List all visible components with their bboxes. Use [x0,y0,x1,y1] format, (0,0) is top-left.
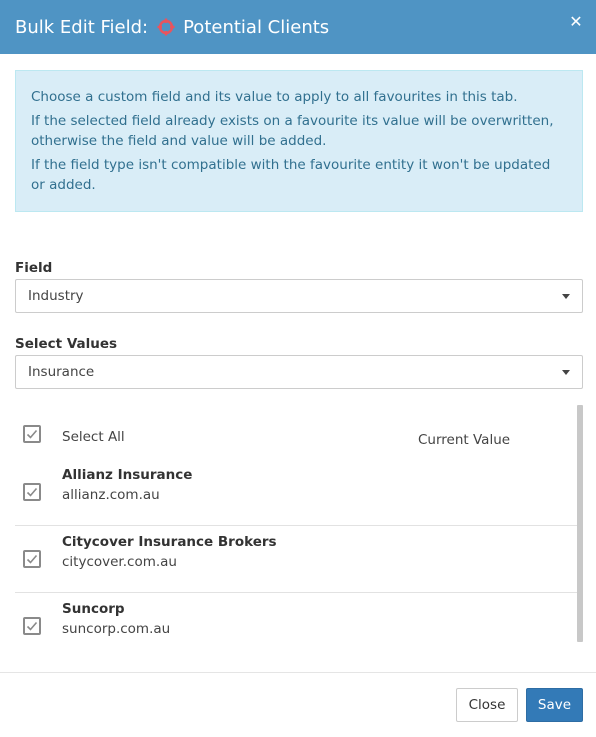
info-line: If the selected field already exists on … [31,113,554,149]
list-scrollbar[interactable] [577,405,583,642]
save-button[interactable]: Save [526,688,583,722]
modal-title: Bulk Edit Field: Potential Clients [15,17,329,38]
check-icon [26,621,38,631]
item-domain: allianz.com.au [62,487,160,503]
select-all-checkbox[interactable] [23,425,41,443]
crosshair-icon [157,18,175,36]
list-item: Allianz Insurance allianz.com.au [15,459,577,526]
info-line: If the field type isn't compatible with … [31,157,551,193]
field-select[interactable]: Industry [15,279,583,313]
item-domain: citycover.com.au [62,554,177,570]
favourites-list: Select All Current Value Allianz Insuran… [15,405,583,642]
chevron-down-icon [562,294,570,299]
close-button[interactable]: Close [456,688,518,722]
item-name: Citycover Insurance Brokers [62,534,277,550]
check-icon [26,487,38,497]
footer-divider [0,672,596,673]
item-name: Suncorp [62,601,125,617]
select-all-label: Select All [62,429,125,445]
values-select[interactable]: Insurance [15,355,583,389]
list-item: Suncorp suncorp.com.au [15,593,577,642]
favourite-name: Potential Clients [183,16,330,38]
row-checkbox[interactable] [23,483,41,501]
chevron-down-icon [562,370,570,375]
row-checkbox[interactable] [23,617,41,635]
modal-title-text: Bulk Edit Field: [15,16,149,38]
field-label: Field [15,260,53,276]
check-icon [26,554,38,564]
current-value-header: Current Value [418,432,511,448]
select-values-label: Select Values [15,336,118,352]
info-line: Choose a custom field and its value to a… [31,89,518,105]
field-select-value: Industry [28,288,84,304]
check-icon [26,429,38,439]
values-select-value: Insurance [28,364,95,380]
row-checkbox[interactable] [23,550,41,568]
modal-header: Bulk Edit Field: Potential Clients ✕ [0,0,596,54]
list-item: Citycover Insurance Brokers citycover.co… [15,526,577,593]
item-name: Allianz Insurance [62,467,193,483]
item-domain: suncorp.com.au [62,621,171,637]
info-alert: Choose a custom field and its value to a… [15,70,583,212]
close-icon[interactable]: ✕ [568,14,584,30]
